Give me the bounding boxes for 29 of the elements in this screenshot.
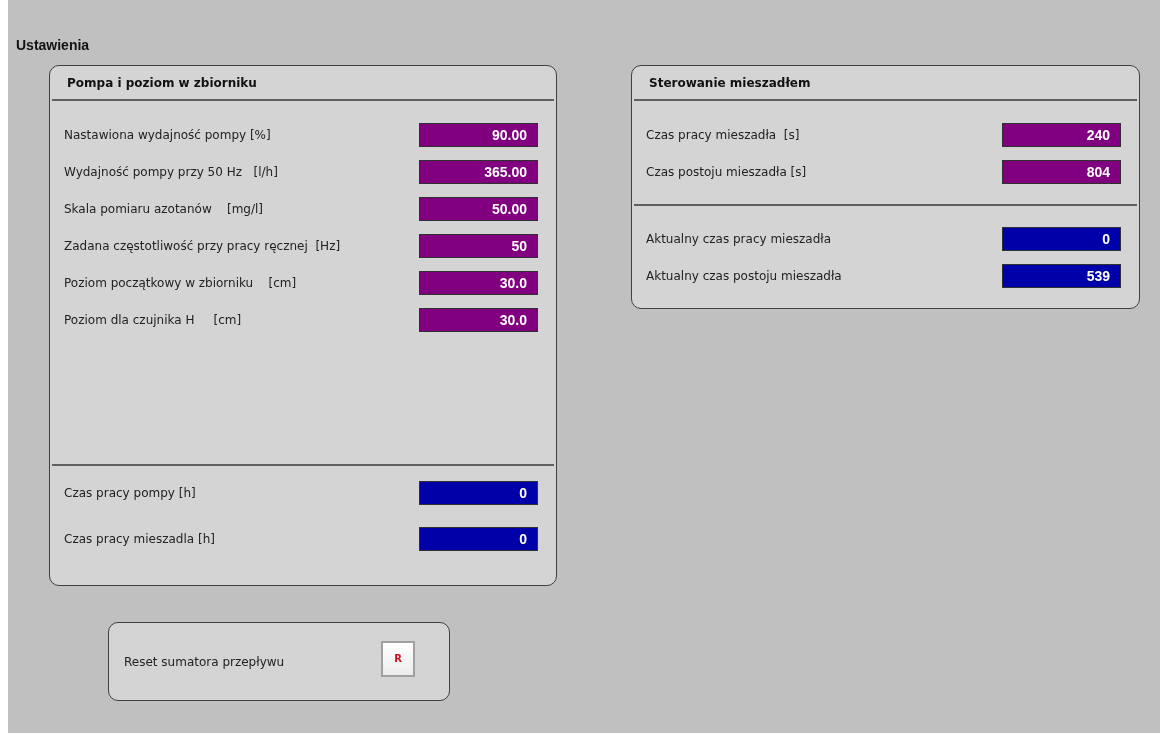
panel-title: Pompa i poziom w zbiorniku [67, 75, 257, 90]
field-label: Czas postoju mieszadła [s] [646, 165, 807, 179]
value-field[interactable]: 365.00 [419, 160, 538, 184]
field-label: Wydajność pompy przy 50 Hz [l/h] [64, 165, 278, 179]
field-label: Aktualny czas pracy mieszadła [646, 232, 832, 246]
value-field[interactable]: 804 [1002, 160, 1121, 184]
field-label: Czas pracy mieszadla [h] [64, 532, 215, 546]
reset-button[interactable]: R [381, 640, 415, 677]
field-label: Poziom początkowy w zbiorniku [cm] [64, 276, 297, 290]
panel-title: Sterowanie mieszadłem [649, 75, 811, 90]
field-label: Aktualny czas postoju mieszadła [646, 269, 842, 283]
value-display: 0 [419, 527, 538, 551]
value-field[interactable]: 240 [1002, 123, 1121, 147]
field-label: Zadana częstotliwość przy pracy ręcznej [Hz] [64, 239, 341, 253]
value-field[interactable]: 50 [419, 234, 538, 258]
page-title: Ustawienia [16, 36, 91, 55]
field-label: Skala pomiaru azotanów [mg/l] [64, 202, 264, 216]
reset-label: Reset sumatora przepływu [124, 654, 285, 669]
value-field[interactable]: 50.00 [419, 197, 538, 221]
value-display: 0 [419, 481, 538, 505]
field-label: Nastawiona wydajność pompy [%] [64, 128, 271, 142]
field-label: Czas pracy mieszadła [s] [646, 128, 800, 142]
value-display: 0 [1002, 227, 1121, 251]
value-display: 539 [1002, 264, 1121, 288]
value-field[interactable]: 30.0 [419, 308, 538, 332]
value-field[interactable]: 90.00 [419, 123, 538, 147]
field-label: Czas pracy pompy [h] [64, 486, 196, 500]
field-label: Poziom dla czujnika H [cm] [64, 313, 242, 327]
value-field[interactable]: 30.0 [419, 271, 538, 295]
